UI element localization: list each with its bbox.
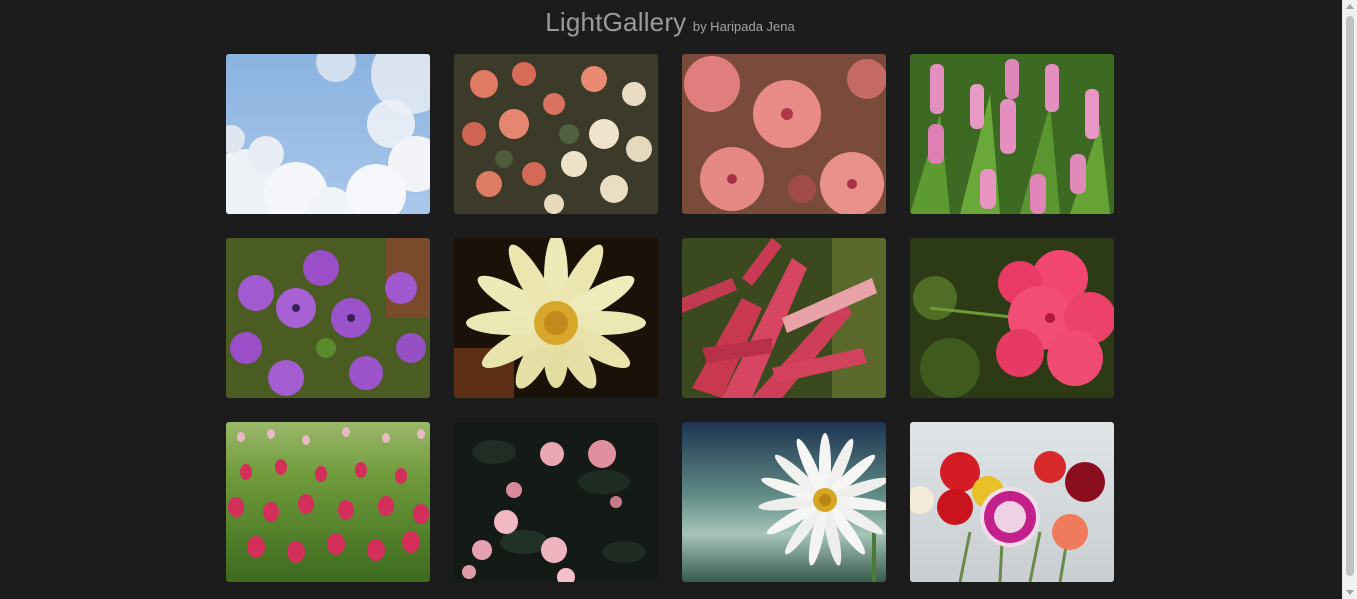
- scroll-down-arrow-icon[interactable]: [1346, 590, 1354, 595]
- gallery-thumbnail-6[interactable]: [454, 238, 658, 398]
- gallery-thumbnail-5[interactable]: [226, 238, 430, 398]
- thumbnail-image: [454, 238, 658, 398]
- thumbnail-image: [910, 238, 1114, 398]
- page-header: LightGallery by Haripada Jena: [0, 7, 1340, 38]
- scrollbar-thumb[interactable]: [1346, 16, 1354, 576]
- gallery-thumbnail-3[interactable]: [682, 54, 886, 214]
- page-title: LightGallery: [545, 7, 687, 37]
- gallery-page: LightGallery by Haripada Jena: [0, 0, 1343, 599]
- gallery-thumbnail-1[interactable]: [226, 54, 430, 214]
- thumbnail-image: [682, 238, 886, 398]
- thumbnail-image: [454, 54, 658, 214]
- vertical-scrollbar[interactable]: [1342, 0, 1357, 599]
- author-byline: by Haripada Jena: [692, 19, 795, 34]
- thumbnail-image: [910, 422, 1114, 582]
- gallery-thumbnail-10[interactable]: [454, 422, 658, 582]
- gallery-thumbnail-8[interactable]: [910, 238, 1114, 398]
- thumbnail-image: [226, 238, 430, 398]
- gallery-thumbnail-4[interactable]: [910, 54, 1114, 214]
- thumbnail-image: [226, 54, 430, 214]
- gallery-thumbnail-7[interactable]: [682, 238, 886, 398]
- gallery-thumbnail-11[interactable]: [682, 422, 886, 582]
- thumbnail-image: [682, 54, 886, 214]
- gallery-thumbnail-12[interactable]: [910, 422, 1114, 582]
- gallery-thumbnail-2[interactable]: [454, 54, 658, 214]
- scroll-up-arrow-icon[interactable]: [1346, 4, 1354, 9]
- thumbnail-image: [226, 422, 430, 582]
- thumbnail-image: [910, 54, 1114, 214]
- thumbnail-image: [454, 422, 658, 582]
- thumbnail-image: [682, 422, 886, 582]
- gallery-thumbnail-9[interactable]: [226, 422, 430, 582]
- thumbnail-grid: [226, 54, 1114, 582]
